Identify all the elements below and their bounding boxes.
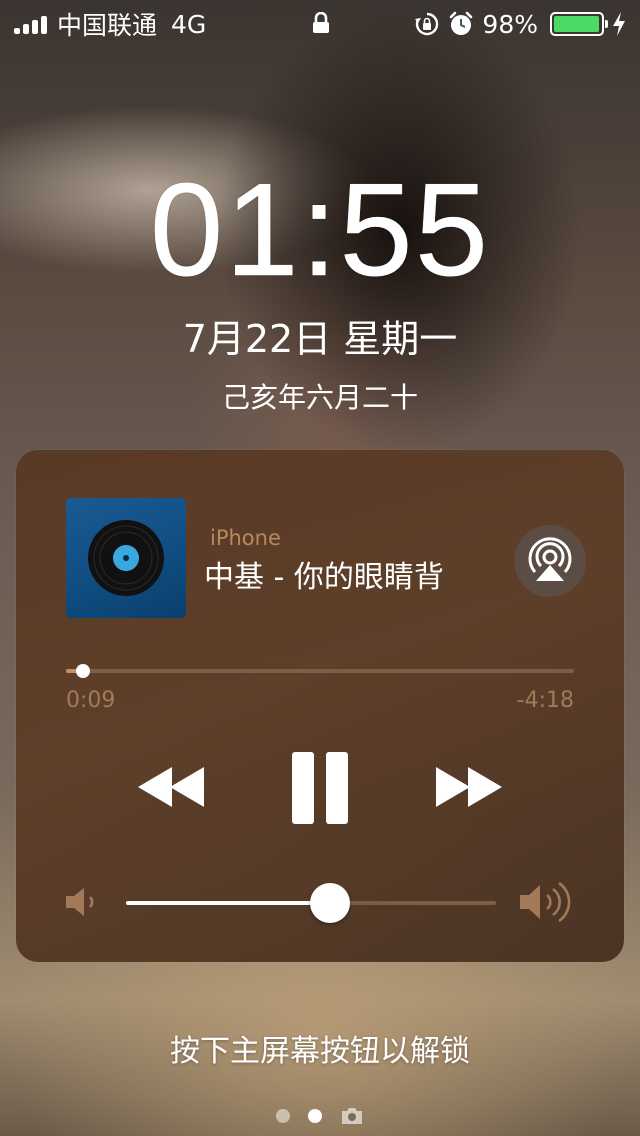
network-type: 4G — [171, 9, 207, 39]
lock-screen-date: 7月22日 星期一 — [182, 317, 458, 361]
fast-forward-button[interactable] — [434, 762, 504, 812]
now-playing-widget: iPhone 中基 - 你的眼睛背 0:09 -4:18 — [16, 450, 624, 962]
rotation-lock-icon — [415, 12, 439, 36]
status-right-group: 98% — [414, 0, 626, 48]
time-elapsed: 0:09 — [66, 688, 116, 713]
airplay-button[interactable] — [514, 525, 586, 597]
lock-screen-clock: 01:55 — [149, 156, 491, 303]
volume-fill — [126, 901, 330, 905]
track-title: 中基 - 你的眼睛背 — [204, 560, 444, 595]
signal-icon — [14, 14, 47, 34]
battery-fill — [554, 16, 600, 32]
volume-high-icon — [520, 881, 571, 923]
camera-icon[interactable] — [340, 1106, 364, 1126]
rewind-button[interactable] — [136, 762, 206, 812]
lunar-date: 己亥年六月二十 — [221, 381, 418, 414]
time-remaining: -4:18 — [516, 688, 574, 713]
charging-icon — [613, 12, 625, 36]
page-indicator[interactable] — [0, 1104, 640, 1128]
carrier-name: 中国联通 — [57, 11, 158, 40]
unlock-hint: 按下主屏幕按钮以解锁 — [170, 1034, 470, 1069]
rewind-icon — [138, 767, 204, 807]
progress-scrubber[interactable] — [75, 664, 90, 678]
pause-button[interactable] — [290, 752, 350, 824]
volume-low-icon — [66, 888, 94, 916]
volume-knob[interactable] — [309, 883, 350, 923]
pause-icon-bar-left — [292, 752, 314, 824]
fast-forward-icon — [436, 767, 502, 807]
airplay-icon — [528, 537, 572, 581]
playback-progress-bar[interactable] — [66, 664, 574, 678]
pause-icon-bar-right — [326, 752, 348, 824]
page-dot-2[interactable] — [308, 1109, 322, 1123]
album-artwork[interactable] — [66, 498, 186, 618]
volume-slider[interactable] — [126, 883, 496, 923]
playback-source: iPhone — [210, 526, 281, 550]
alarm-icon — [450, 11, 473, 35]
page-dot-1[interactable] — [276, 1109, 290, 1123]
battery-percent: 98% — [482, 9, 538, 39]
album-art-vinyl-icon — [88, 520, 164, 596]
battery-icon — [550, 12, 608, 36]
lock-icon — [313, 12, 329, 33]
